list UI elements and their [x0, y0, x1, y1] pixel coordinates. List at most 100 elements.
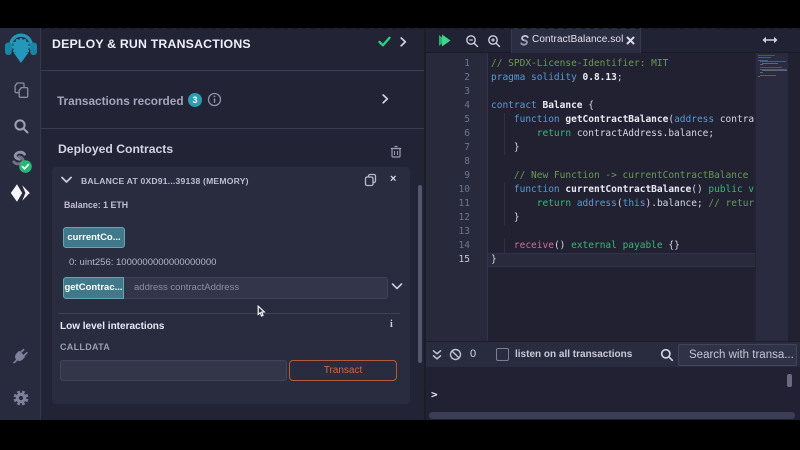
copy-icon[interactable]	[364, 173, 377, 187]
ban-icon[interactable]	[449, 348, 462, 361]
transactions-chevron-right-icon[interactable]	[382, 94, 389, 104]
double-chevron-down-icon[interactable]	[432, 349, 442, 361]
line-number: 10	[424, 183, 470, 197]
terminal-vscrollbar[interactable]	[787, 374, 792, 387]
address-input[interactable]: address contractAddress	[124, 277, 388, 299]
transactions-recorded-label: Transactions recorded	[57, 94, 184, 108]
divider	[41, 70, 424, 71]
divider	[58, 313, 400, 314]
line-number: 7	[424, 141, 470, 155]
code-line[interactable]: contract Balance {	[491, 99, 781, 113]
line-number: 14	[424, 239, 470, 253]
line-number: 9	[424, 169, 470, 183]
calldata-label: CALLDATA	[60, 342, 110, 352]
line-number: 11	[424, 197, 470, 211]
minimap-mark	[762, 63, 778, 64]
get-contract-balance-button[interactable]: getContrac...	[63, 277, 124, 299]
minimap-marks	[758, 55, 788, 81]
mouse-cursor	[257, 305, 267, 318]
line-number: 15	[424, 253, 470, 267]
close-icon[interactable]: ×	[390, 174, 396, 185]
trash-icon[interactable]	[390, 145, 402, 158]
zoom-in-icon[interactable]	[487, 34, 501, 48]
panel-title: DEPLOY & RUN TRANSACTIONS	[52, 37, 251, 51]
code-line[interactable]: function getContractBalance(address cont…	[491, 113, 781, 127]
current-contract-balance-button[interactable]: currentCo...	[63, 227, 125, 248]
minimap-mark	[760, 72, 763, 73]
run-script-icon[interactable]	[437, 33, 454, 48]
listen-label[interactable]: listen on all transactions	[515, 349, 632, 360]
top-dashed-border	[41, 28, 800, 29]
listen-count: 0	[470, 348, 476, 360]
info-circle-icon[interactable]	[207, 92, 222, 107]
code-line[interactable]: // SPDX-License-Identifier: MIT	[491, 57, 781, 71]
line-number: 3	[424, 85, 470, 99]
remix-logo-icon[interactable]	[0, 31, 41, 65]
code-line[interactable]: return contractAddress.balance;	[491, 127, 781, 141]
file-explorer-icon[interactable]	[0, 82, 41, 99]
settings-gear-icon[interactable]	[0, 390, 41, 406]
line-number: 12	[424, 211, 470, 225]
panel-scrollbar[interactable]	[418, 185, 422, 363]
divider	[41, 128, 424, 129]
minimap-mark	[760, 64, 763, 65]
code-line[interactable]: return address(this).balance; // returns…	[491, 197, 781, 211]
code-line[interactable]: }	[491, 141, 781, 155]
tab-label: ContractBalance.sol	[532, 34, 623, 45]
screen: DEPLOY & RUN TRANSACTIONS Transactions r…	[0, 0, 800, 450]
line-number: 6	[424, 127, 470, 141]
code-line[interactable]: pragma solidity 0.8.13;	[491, 71, 781, 85]
code-line[interactable]: }	[491, 253, 781, 267]
calldata-input[interactable]	[60, 360, 287, 381]
expand-horizontal-icon[interactable]	[761, 35, 779, 45]
balance-label: Balance: 1 ETH	[64, 200, 128, 210]
terminal-hscrollbar[interactable]	[429, 412, 795, 419]
search-icon[interactable]	[0, 117, 41, 135]
deployed-contracts-label: Deployed Contracts	[58, 142, 173, 156]
low-level-info-icon[interactable]: i	[390, 319, 393, 330]
solidity-compiler-icon[interactable]	[0, 150, 41, 174]
remix-ide-window: DEPLOY & RUN TRANSACTIONS Transactions r…	[0, 28, 800, 420]
editor-tab[interactable]: ContractBalance.sol	[511, 28, 641, 53]
tab-close-icon[interactable]	[626, 36, 635, 45]
minimap-mark	[762, 70, 787, 71]
call-output: 0: uint256: 1000000000000000000	[69, 257, 216, 268]
plugin-manager-icon[interactable]	[0, 347, 41, 364]
card-chevron-down-icon[interactable]	[61, 176, 72, 184]
zoom-out-icon[interactable]	[465, 34, 479, 48]
transact-button[interactable]: Transact	[289, 360, 397, 381]
code-line[interactable]: }	[491, 211, 781, 225]
code-line[interactable]	[491, 225, 781, 239]
terminal-search-input[interactable]: Search with transa...	[678, 344, 797, 366]
line-number: 4	[424, 99, 470, 113]
terminal-search-icon	[660, 348, 674, 362]
panel-chevron-right-icon[interactable]	[400, 37, 407, 47]
low-level-title: Low level interactions	[60, 321, 164, 332]
terminal-toolbar: 0 listen on all transactions Search with…	[424, 341, 800, 367]
input-chevron-down-icon[interactable]	[391, 282, 403, 291]
code-line[interactable]: // New Function -> currentContractBalanc…	[491, 169, 781, 183]
line-number: 1	[424, 57, 470, 71]
code-line[interactable]: receive() external payable {}	[491, 239, 781, 253]
listen-checkbox[interactable]	[496, 348, 509, 361]
editor-area: ContractBalance.sol 12345678910111213141…	[424, 28, 800, 420]
code-line[interactable]: function currentContractBalance() public…	[491, 183, 781, 197]
line-number: 2	[424, 71, 470, 85]
code-line[interactable]	[491, 85, 781, 99]
line-number: 13	[424, 225, 470, 239]
deploy-run-icon[interactable]	[0, 183, 41, 203]
minimap-mark	[760, 75, 776, 76]
panel-check-icon	[378, 36, 391, 47]
icon-rail	[0, 28, 41, 420]
line-number: 8	[424, 155, 470, 169]
minimap[interactable]	[755, 53, 788, 341]
transactions-count-badge: 3	[188, 93, 202, 107]
line-number: 5	[424, 113, 470, 127]
line-numbers: 123456789101112131415	[424, 57, 470, 267]
editor-toolbar: ContractBalance.sol	[424, 28, 800, 53]
code-line[interactable]	[491, 155, 781, 169]
contract-title[interactable]: BALANCE AT 0XD91...39138 (MEMORY)	[81, 176, 249, 186]
deploy-run-panel: DEPLOY & RUN TRANSACTIONS Transactions r…	[41, 28, 424, 420]
minimap-mark	[758, 76, 760, 77]
code-content[interactable]: // SPDX-License-Identifier: MITpragma so…	[491, 57, 781, 267]
